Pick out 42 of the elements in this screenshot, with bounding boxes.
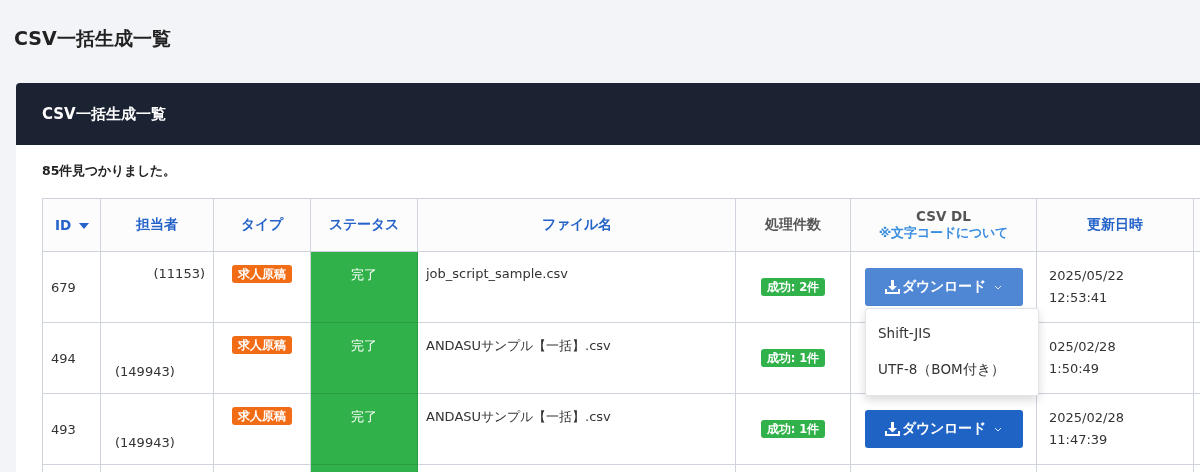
id-cell: 494 <box>51 350 76 366</box>
staff-id: (149943) <box>115 435 175 450</box>
column-header-link[interactable]: ID <box>55 217 72 233</box>
download-button[interactable]: ダウンロード <box>864 410 1023 448</box>
menu-item[interactable]: UTF-8（BOM付き） <box>866 351 1038 389</box>
caret-icon <box>994 284 1002 290</box>
file-name: job_script_sample.csv <box>426 266 569 281</box>
staff-id: (11153) <box>153 266 205 281</box>
menu-item[interactable]: Shift-JIS <box>866 315 1038 351</box>
column-header-link[interactable]: 担当者 <box>136 216 178 232</box>
column-header-link[interactable]: タイプ <box>241 216 283 232</box>
type-badge: 求人原稿 <box>232 407 292 425</box>
updated-datetime: 025/02/28 1:50:49 <box>1048 338 1116 378</box>
encoding-note-link[interactable]: ※文字コードについて <box>859 224 1028 242</box>
sort-down-icon[interactable] <box>78 223 89 229</box>
download-button[interactable]: ダウンロード <box>864 268 1023 306</box>
status-cell: 完了 <box>310 393 418 465</box>
success-count-badge: 成功: 1件 <box>760 349 826 367</box>
id-cell: 493 <box>51 421 76 437</box>
staff-id: (149943) <box>115 364 175 379</box>
type-badge: 求人原稿 <box>232 265 292 283</box>
status-cell: 完了 <box>310 322 418 394</box>
column-header-link[interactable]: ファイル名 <box>541 216 612 232</box>
success-count-badge: 成功: 1件 <box>760 420 826 438</box>
file-name: ANDASUサンプル【一括】.csv <box>426 338 611 353</box>
page-title: CSV一括生成一覧 <box>13 26 172 51</box>
download-icon <box>885 422 900 436</box>
success-count-badge: 成功: 2件 <box>760 278 826 296</box>
id-cell: 679 <box>51 279 76 295</box>
column-header-link[interactable]: 更新日時 <box>1087 216 1143 232</box>
download-icon <box>885 280 900 294</box>
status-cell: 完了 <box>310 251 418 323</box>
column-header: CSV DL <box>915 208 972 224</box>
column-header: 処理件数 <box>765 216 821 232</box>
file-name: ANDASUサンプル【一括】.csv <box>426 409 611 424</box>
updated-datetime: 2025/02/28 11:47:39 <box>1048 409 1124 449</box>
column-header-link[interactable]: ステータス <box>329 216 399 232</box>
updated-datetime: 2025/05/22 12:53:41 <box>1048 267 1124 307</box>
result-count: 85件見つかりました。 <box>42 163 178 180</box>
card-title: CSV一括生成一覧 <box>42 104 166 124</box>
caret-icon <box>994 426 1002 432</box>
type-badge: 求人原稿 <box>232 336 292 354</box>
